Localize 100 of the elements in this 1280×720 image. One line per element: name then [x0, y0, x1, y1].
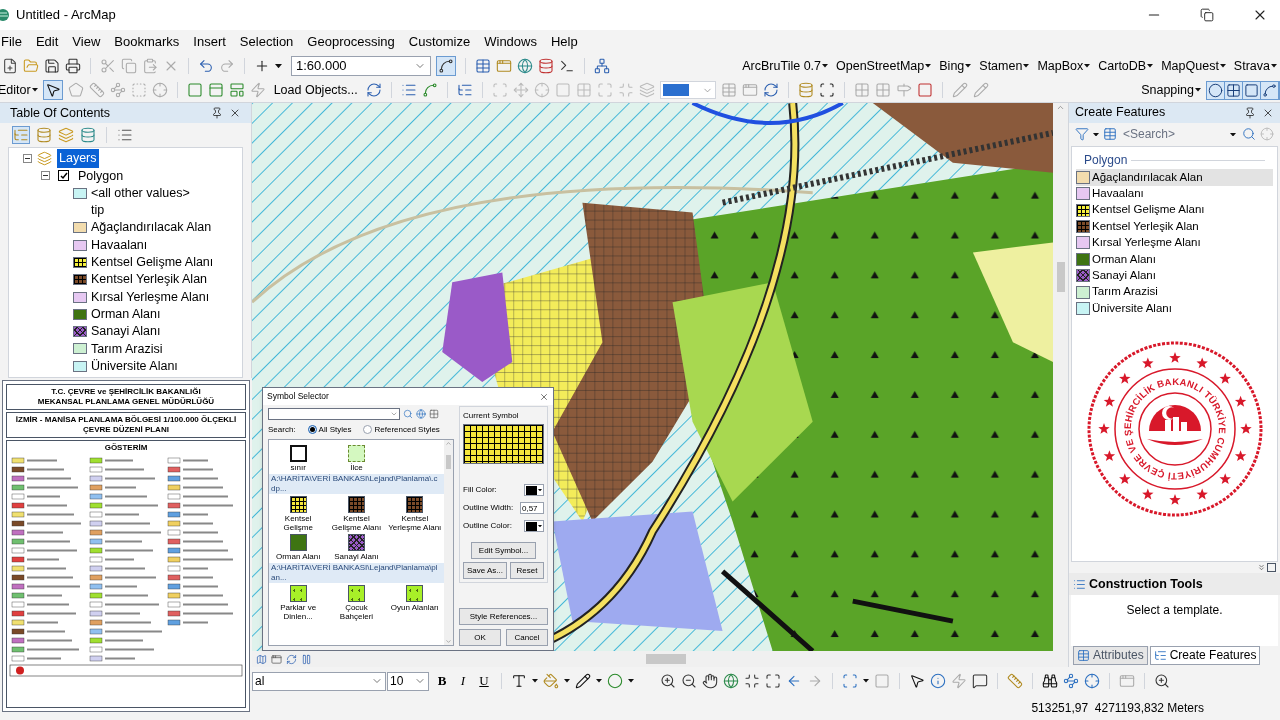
caret-icon[interactable] [1219, 64, 1226, 68]
restore-icon[interactable] [1200, 8, 1214, 22]
edit-tool-icon[interactable] [44, 82, 61, 98]
refresh-icon[interactable] [365, 82, 382, 98]
symbol-swatch[interactable] [289, 534, 307, 551]
snap-option-icon[interactable] [1244, 82, 1259, 98]
menu-item[interactable]: Help [543, 32, 585, 52]
symbol-swatch[interactable] [406, 496, 424, 513]
italic-button[interactable]: I [455, 671, 471, 691]
basemap-menu[interactable]: Stamen [979, 56, 1023, 76]
panel-tab[interactable]: Attributes [1073, 646, 1148, 665]
symbol-swatch[interactable] [289, 496, 307, 513]
caret-icon[interactable] [863, 679, 869, 683]
save-as-button[interactable]: Save As... [463, 562, 508, 579]
menu-item[interactable]: Edit [28, 32, 66, 52]
font-field[interactable]: al [252, 671, 386, 691]
python-window-icon[interactable] [559, 58, 575, 74]
refresh-icon[interactable] [286, 653, 297, 665]
basemap-menu[interactable]: MapBox [1037, 56, 1084, 76]
template-item[interactable]: Havaalanı [1076, 185, 1273, 202]
caret-icon[interactable] [925, 64, 932, 68]
fixed-zoom-in-icon[interactable] [744, 673, 760, 689]
caret-icon[interactable] [822, 64, 828, 68]
caret-icon[interactable] [1271, 64, 1277, 68]
html-popup-icon[interactable] [972, 673, 988, 689]
data-frame-label[interactable]: Layers [57, 149, 99, 169]
line-color-icon[interactable] [575, 673, 591, 689]
symbol-swatch[interactable] [348, 585, 365, 602]
caret-icon[interactable] [1093, 132, 1099, 137]
caret-icon[interactable] [532, 679, 538, 683]
caret-icon[interactable] [31, 88, 38, 92]
template-item[interactable]: Orman Alanı [1076, 251, 1273, 268]
basemap-menu[interactable]: Bing [939, 56, 965, 76]
search-icon[interactable] [403, 409, 413, 419]
caret-icon[interactable] [564, 679, 570, 683]
marker-color-icon[interactable] [607, 673, 623, 689]
fixed-zoom-out-icon[interactable] [765, 673, 781, 689]
symbol-swatch[interactable] [289, 585, 307, 602]
full-extent-icon[interactable] [723, 673, 739, 689]
caret-icon[interactable] [1195, 88, 1201, 92]
basemap-menu[interactable]: OpenStreetMap [836, 56, 925, 76]
cancel-button[interactable]: Cancel [506, 629, 548, 646]
collapse-icon[interactable] [41, 171, 50, 181]
caret-icon[interactable] [1023, 64, 1030, 68]
page-icon[interactable] [741, 82, 758, 98]
menu-item[interactable]: Bookmarks [107, 32, 187, 52]
caret-icon[interactable] [965, 64, 972, 68]
fill-color-icon[interactable] [543, 673, 559, 689]
collapse-icon[interactable] [23, 154, 32, 164]
font-size-field[interactable]: 10 [387, 671, 429, 691]
pan-icon[interactable] [702, 673, 718, 689]
edit-symbol-button[interactable]: Edit Symbol... [471, 542, 536, 559]
symbol-swatch[interactable] [348, 534, 365, 551]
table-icon[interactable] [475, 58, 491, 74]
polygon-tool-icon[interactable] [186, 82, 203, 98]
font-color-icon[interactable] [511, 673, 527, 689]
point-icon[interactable] [151, 82, 168, 98]
menu-item[interactable]: View [65, 32, 108, 52]
open-folder-icon[interactable] [23, 58, 39, 74]
layer-checkbox[interactable] [58, 170, 69, 182]
scope-radio[interactable] [307, 425, 317, 434]
paste-icon[interactable] [142, 58, 158, 74]
redo-icon[interactable] [219, 58, 235, 74]
snap-option-icon[interactable] [1208, 82, 1223, 98]
style-group-header[interactable]: A:\HARİTA\VERİ BANKASI\Lejand\Planlama\plan... [269, 563, 444, 583]
snap-option-icon[interactable] [1262, 82, 1277, 98]
basemap-menu[interactable]: ArcBruTile 0.7 [742, 56, 821, 76]
template-item[interactable]: Kentsel Yerleşik Alan [1076, 218, 1273, 235]
symbol-swatch[interactable] [406, 585, 424, 602]
layer-field[interactable] [659, 81, 716, 99]
layer-label[interactable]: Polygon [78, 166, 124, 186]
measure-icon[interactable] [1007, 673, 1023, 689]
basemap-menu[interactable]: MapQuest [1161, 56, 1219, 76]
undo-icon[interactable] [198, 58, 214, 74]
menu-item[interactable]: Insert [186, 32, 233, 52]
save-icon[interactable] [44, 58, 60, 74]
menu-item[interactable]: Windows [477, 32, 544, 52]
pin-icon[interactable] [211, 107, 223, 119]
reset-button[interactable]: Reset [510, 562, 544, 579]
scroll-thumb[interactable] [646, 654, 686, 664]
pin-icon[interactable] [1244, 106, 1256, 119]
symbol-swatch[interactable] [289, 445, 307, 462]
identify-icon[interactable] [930, 673, 946, 689]
data-view-icon[interactable] [256, 653, 267, 665]
template-item[interactable]: Kentsel Gelişme Alanı [1076, 201, 1273, 219]
caret-icon[interactable] [1084, 64, 1091, 68]
zoom-out-icon[interactable] [681, 673, 697, 689]
layout-view-icon[interactable] [271, 653, 282, 665]
fill-color-picker[interactable] [524, 484, 544, 496]
options-icon[interactable] [117, 127, 133, 143]
outline-color-picker[interactable] [524, 520, 544, 532]
menu-item[interactable]: Selection [232, 32, 301, 52]
load-objects-button[interactable]: Load Objects... [270, 80, 361, 100]
caret-icon[interactable] [1147, 64, 1154, 68]
scope-radio[interactable] [363, 425, 373, 434]
model-builder-icon[interactable] [594, 58, 610, 74]
add-data-icon[interactable] [254, 58, 270, 74]
search-field[interactable] [268, 408, 400, 420]
scroll-thumb[interactable] [446, 455, 451, 469]
search-icon[interactable] [1242, 127, 1256, 142]
